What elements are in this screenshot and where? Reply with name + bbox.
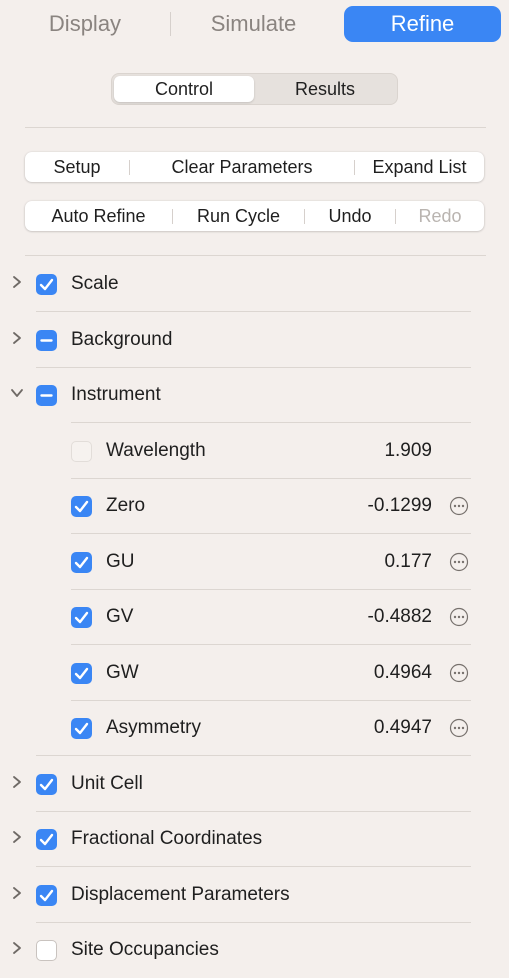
tree-row-fractional-coordinates[interactable]: Fractional Coordinates [0,812,509,867]
checkmark-icon [74,611,89,624]
tree-row-asymmetry[interactable]: Asymmetry 0.4947 [0,701,509,756]
ellipsis-circle-icon[interactable] [449,552,469,572]
tree-item-label: GW [106,662,139,683]
gw-checkbox[interactable] [71,663,92,684]
tree-item-label: GU [106,551,135,572]
tree-row-scale[interactable]: Scale [0,257,509,312]
gu-checkbox[interactable] [71,552,92,573]
tab-simulate[interactable]: Simulate [171,6,336,42]
divider [25,255,486,256]
row-divider [71,644,471,645]
row-divider [36,755,471,756]
tree-row-gw[interactable]: GW 0.4964 [0,646,509,701]
checkmark-icon [39,278,54,291]
ellipsis-circle-icon[interactable] [449,496,469,516]
tree-row-instrument[interactable]: Instrument [0,368,509,423]
tree-item-label: GV [106,606,134,627]
tab-refine[interactable]: Refine [344,6,501,42]
checkmark-icon [39,778,54,791]
control-results-segmented-control: Control Results [111,73,398,105]
site-occupancies-checkbox[interactable] [36,940,57,961]
wavelength-checkbox[interactable] [71,441,92,462]
parameter-value: 1.909 [384,440,432,461]
chevron-right-icon[interactable] [10,275,24,289]
checkmark-icon [39,833,54,846]
tree-row-zero[interactable]: Zero -0.1299 [0,479,509,534]
tree-item-label: Unit Cell [71,773,143,794]
tree-row-displacement-parameters[interactable]: Displacement Parameters [0,868,509,923]
checkmark-icon [74,500,89,513]
divider [25,127,486,128]
chevron-down-icon[interactable] [10,386,24,400]
chevron-right-icon[interactable] [10,331,24,345]
asymmetry-checkbox[interactable] [71,718,92,739]
instrument-checkbox[interactable] [36,385,57,406]
tree-item-label: Displacement Parameters [71,884,290,905]
tree-item-label: Instrument [71,384,161,405]
tree-row-site-occupancies[interactable]: Site Occupancies [0,923,509,978]
chevron-right-icon[interactable] [10,941,24,955]
tree-row-gv[interactable]: GV -0.4882 [0,590,509,645]
row-divider [71,533,471,534]
checkmark-icon [74,722,89,735]
chevron-right-icon[interactable] [10,886,24,900]
minus-icon [40,339,53,342]
checkmark-icon [74,556,89,569]
tree-row-background[interactable]: Background [0,313,509,368]
chevron-right-icon[interactable] [10,775,24,789]
zero-checkbox[interactable] [71,496,92,517]
ellipsis-circle-icon[interactable] [449,718,469,738]
tree-row-gu[interactable]: GU 0.177 [0,535,509,590]
row-divider [71,422,471,423]
tree-item-label: Wavelength [106,440,206,461]
tree-item-label: Site Occupancies [71,939,219,960]
row-divider [36,866,471,867]
refine-button-group: Auto Refine Run Cycle Undo Redo [25,201,484,231]
expand-list-button[interactable]: Expand List [355,152,484,182]
gv-checkbox[interactable] [71,607,92,628]
chevron-right-icon[interactable] [10,830,24,844]
setup-button[interactable]: Setup [25,152,129,182]
ellipsis-circle-icon[interactable] [449,607,469,627]
parameter-value: 0.4947 [373,717,432,738]
top-tab-bar: Display Simulate Refine [0,0,509,50]
run-cycle-button[interactable]: Run Cycle [173,201,304,231]
scale-checkbox[interactable] [36,274,57,295]
tree-item-label: Scale [71,273,119,294]
checkmark-icon [39,889,54,902]
clear-parameters-button[interactable]: Clear Parameters [130,152,354,182]
tree-row-wavelength[interactable]: Wavelength 1.909 [0,424,509,479]
parameter-value: 0.4964 [373,662,432,683]
tree-item-label: Fractional Coordinates [71,828,263,849]
background-checkbox[interactable] [36,330,57,351]
row-divider [36,311,471,312]
parameter-value: 0.177 [384,551,432,572]
tree-item-label: Background [71,329,173,350]
tab-display[interactable]: Display [0,6,170,42]
segment-results[interactable]: Results [255,76,395,102]
segment-control[interactable]: Control [114,76,254,102]
parameter-value: -0.4882 [367,606,432,627]
setup-button-group: Setup Clear Parameters Expand List [25,152,484,182]
minus-icon [40,394,53,397]
checkmark-icon [74,667,89,680]
tree-item-label: Asymmetry [106,717,201,738]
fractional-coordinates-checkbox[interactable] [36,829,57,850]
displacement-parameters-checkbox[interactable] [36,885,57,906]
parameter-value: -0.1299 [367,495,432,516]
unit-cell-checkbox[interactable] [36,774,57,795]
tree-row-unit-cell[interactable]: Unit Cell [0,757,509,812]
tree-item-label: Zero [106,495,146,516]
undo-button[interactable]: Undo [305,201,395,231]
redo-button[interactable]: Redo [396,201,484,231]
ellipsis-circle-icon[interactable] [449,663,469,683]
auto-refine-button[interactable]: Auto Refine [25,201,172,231]
